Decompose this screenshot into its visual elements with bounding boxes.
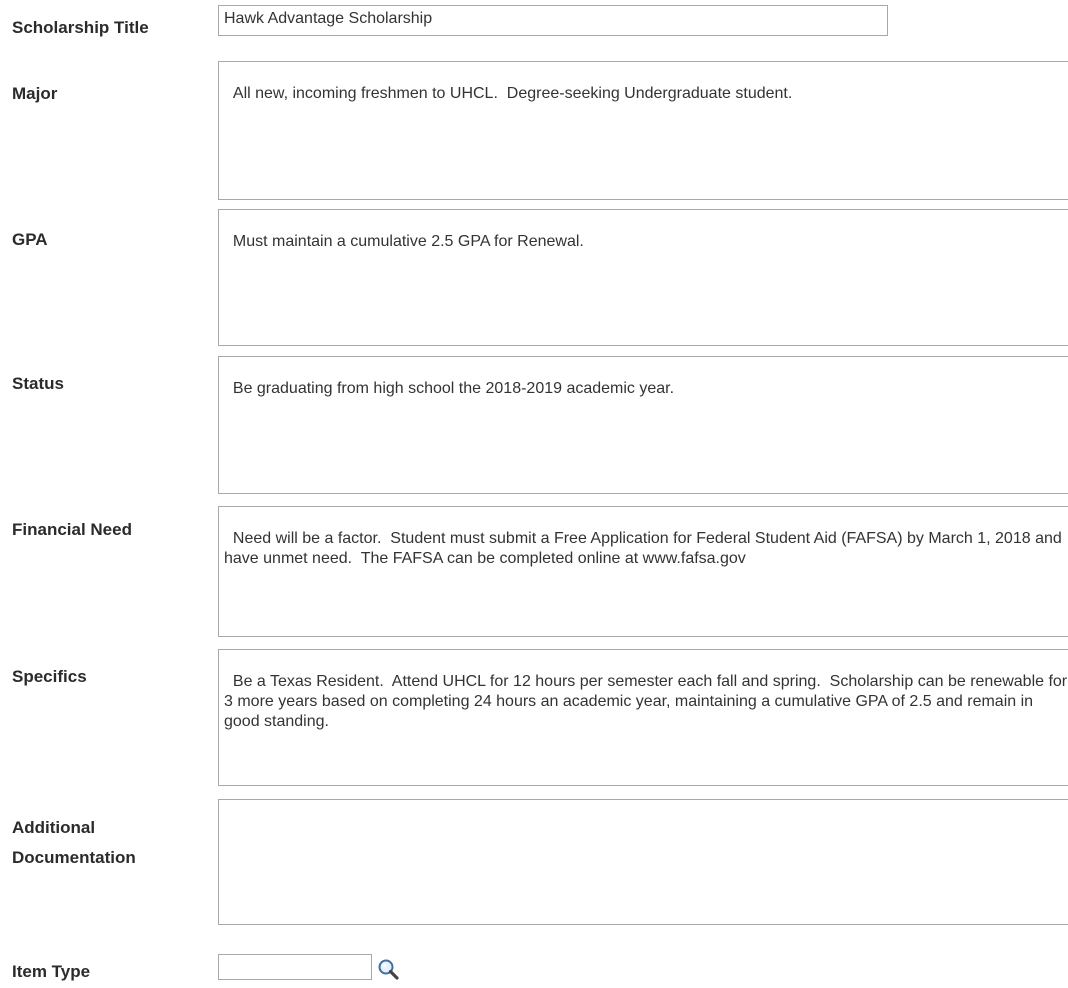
specifics-textarea[interactable]: Be a Texas Resident. Attend UHCL for 12 … xyxy=(218,649,1068,786)
status-textarea[interactable]: Be graduating from high school the 2018-… xyxy=(218,356,1068,494)
financial-need-text: Need will be a factor. Student must subm… xyxy=(224,530,1067,567)
scholarship-title-label: Scholarship Title xyxy=(12,18,149,37)
magnifier-icon[interactable] xyxy=(376,957,402,983)
additional-documentation-textarea[interactable] xyxy=(218,799,1068,925)
item-type-input[interactable] xyxy=(218,954,372,980)
gpa-label: GPA xyxy=(12,230,48,249)
specifics-text: Be a Texas Resident. Attend UHCL for 12 … xyxy=(224,673,1068,730)
status-text: Be graduating from high school the 2018-… xyxy=(232,380,675,397)
financial-need-label: Financial Need xyxy=(12,520,132,539)
major-textarea[interactable]: All new, incoming freshmen to UHCL. Degr… xyxy=(218,61,1068,200)
item-type-label: Item Type xyxy=(12,962,91,981)
gpa-text: Must maintain a cumulative 2.5 GPA for R… xyxy=(232,233,584,250)
additional-documentation-label-line2: Documentation xyxy=(12,848,136,867)
major-text: All new, incoming freshmen to UHCL. Degr… xyxy=(232,85,793,102)
financial-need-textarea[interactable]: Need will be a factor. Student must subm… xyxy=(218,506,1068,637)
status-label: Status xyxy=(12,374,64,393)
major-label: Major xyxy=(12,84,58,103)
specifics-label: Specifics xyxy=(12,667,87,686)
additional-documentation-label-line1: Additional xyxy=(12,818,96,837)
gpa-textarea[interactable]: Must maintain a cumulative 2.5 GPA for R… xyxy=(218,209,1068,346)
scholarship-title-input[interactable]: Hawk Advantage Scholarship xyxy=(218,5,888,36)
